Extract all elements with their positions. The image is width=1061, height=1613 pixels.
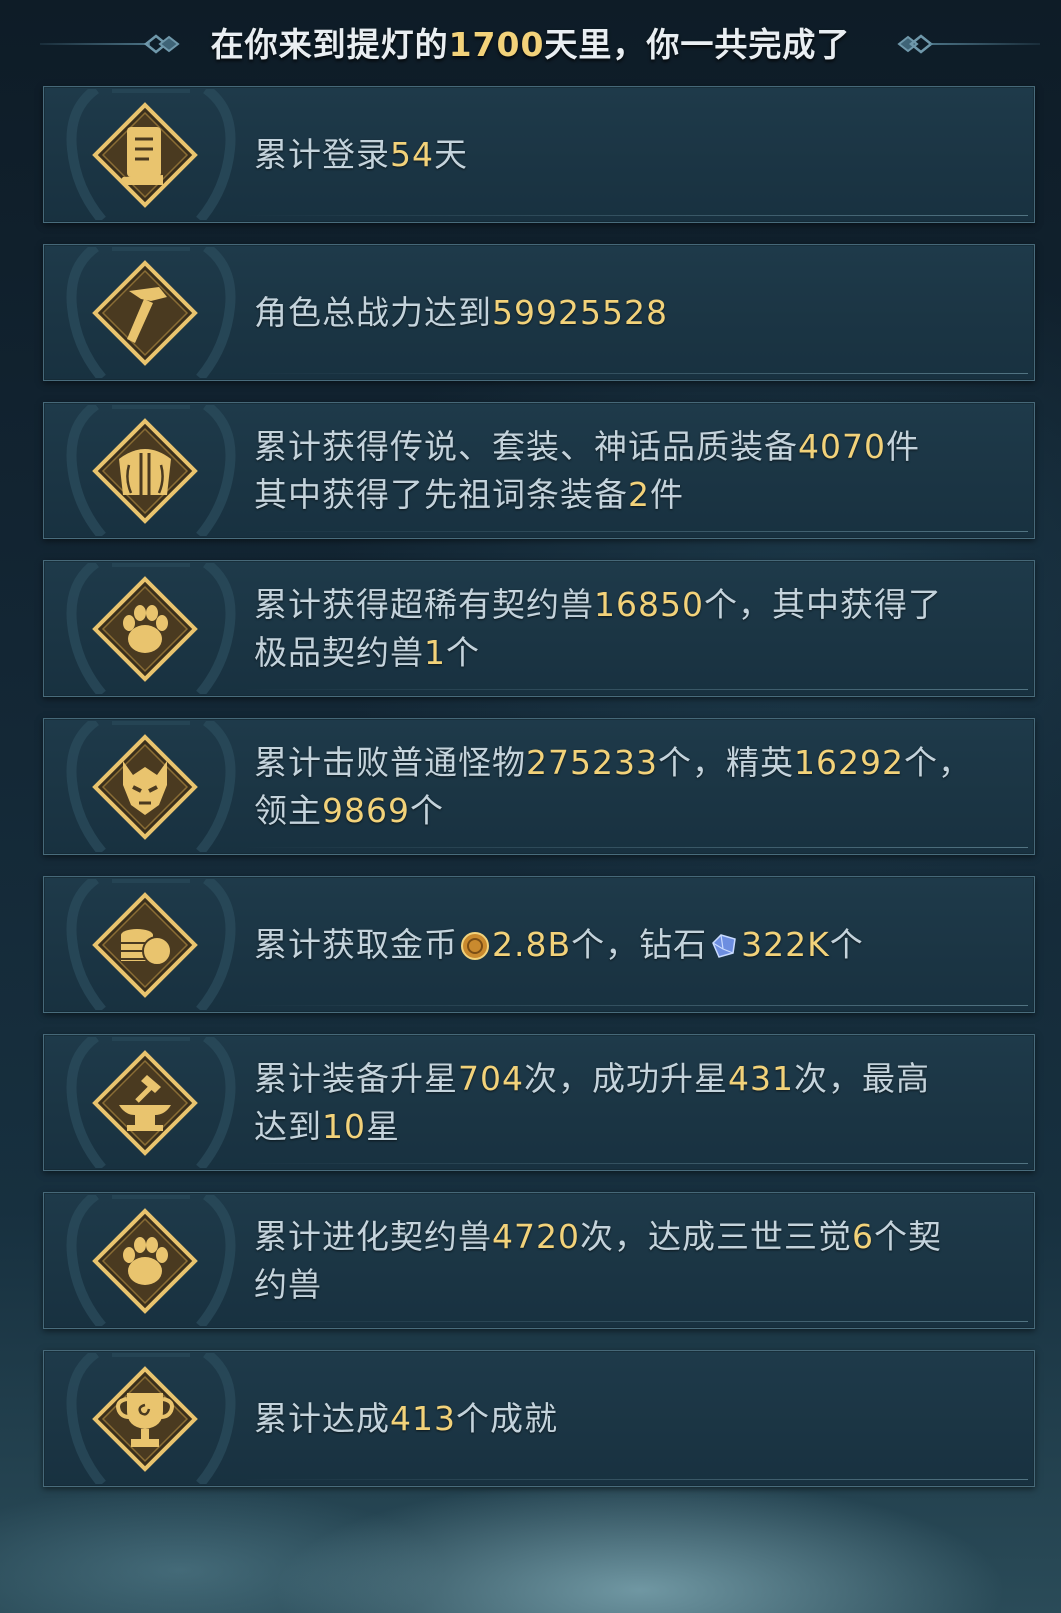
stat-value: 2.8B (492, 924, 572, 964)
stat-card: 累计达成413个成就 (43, 1350, 1035, 1487)
stat-card: 累计获取金币 2.8B个，钻石 322K个 (43, 876, 1035, 1013)
stat-label: 星 (366, 1106, 400, 1146)
stat-text: 累计获得超稀有契约兽16850个，其中获得了极品契约兽1个 (254, 581, 1004, 677)
paw-icon (92, 1208, 198, 1314)
stat-value: 16850 (594, 584, 704, 624)
stat-card: 角色总战力达到59925528 (43, 244, 1035, 381)
stat-card: 累计击败普通怪物275233个，精英16292个， 领主9869个 (43, 718, 1035, 855)
stat-value: 322K (741, 924, 830, 964)
stat-label: 累计获得超稀有契约兽 (254, 584, 594, 624)
stat-text: 累计获取金币 2.8B个，钻石 322K个 (254, 921, 1004, 969)
gold-coin-icon (460, 926, 490, 960)
stat-label: 次，最高 (794, 1058, 930, 1098)
title-days: 1700 (448, 25, 545, 64)
stat-label: 个 (829, 924, 864, 964)
stat-label: 极品契约兽 (254, 632, 424, 672)
stat-label: 个 (409, 790, 444, 830)
stat-value: 54 (390, 134, 434, 174)
title-suffix: 天里，你一共完成了 (544, 25, 851, 64)
stat-value: 431 (728, 1058, 794, 1098)
stat-label: 累计达成 (254, 1398, 390, 1438)
stat-label: 个成就 (456, 1398, 558, 1438)
stat-label: 其中获得了先祖词条装备 (254, 474, 628, 514)
stat-value: 1 (424, 632, 446, 672)
stat-label: 领主 (254, 790, 322, 830)
stat-value: 6 (851, 1216, 874, 1256)
scroll-icon (92, 102, 198, 208)
armor-icon (92, 418, 198, 524)
stat-card: 累计获得传说、套装、神话品质装备4070件 其中获得了先祖词条装备2件 (43, 402, 1035, 539)
stat-value: 9869 (322, 790, 410, 830)
coins-icon (92, 892, 198, 998)
stat-label: 累计获得传说、套装、神话品质装备 (254, 426, 798, 466)
header: 在你来到提灯的1700天里，你一共完成了 (0, 0, 1061, 86)
stat-text: 累计击败普通怪物275233个，精英16292个， 领主9869个 (254, 739, 1004, 835)
stat-value: 4070 (798, 426, 886, 466)
anvil-icon (92, 1050, 198, 1156)
stat-label: 角色总战力达到 (254, 292, 492, 332)
demon-skull-icon (92, 734, 198, 840)
right-diamond-ornament-icon (897, 34, 934, 54)
stat-value: 275233 (526, 742, 658, 782)
diamond-icon (709, 926, 739, 958)
stat-label: 个，其中获得了 (703, 584, 942, 624)
stat-value: 4720 (492, 1216, 580, 1256)
stat-label: 个 (446, 632, 480, 672)
stat-text: 累计装备升星704次，成功升星431次，最高达到10星 (254, 1055, 1004, 1151)
stat-card: 累计获得超稀有契约兽16850个，其中获得了极品契约兽1个 (43, 560, 1035, 697)
stat-card: 累计装备升星704次，成功升星431次，最高达到10星 (43, 1034, 1035, 1171)
stat-label: 累计击败普通怪物 (254, 742, 526, 782)
stat-value: 16292 (793, 742, 904, 782)
stat-label: 个，精英 (657, 742, 794, 782)
stat-label: 个契 (873, 1216, 942, 1256)
stat-label: 次，达成三世三觉 (579, 1216, 852, 1256)
paw-icon (92, 576, 198, 682)
header-right-line (930, 43, 1040, 45)
title-prefix: 在你来到提灯的 (210, 25, 449, 64)
stat-text: 累计达成413个成就 (254, 1395, 1004, 1443)
stat-value: 2 (628, 474, 650, 514)
stat-value: 413 (390, 1398, 456, 1438)
stat-label: 约兽 (254, 1264, 322, 1304)
stat-label: 累计登录 (254, 134, 390, 174)
stat-text: 角色总战力达到59925528 (254, 289, 1004, 337)
stat-text: 累计登录54天 (254, 131, 1004, 179)
stat-label: 件 (885, 426, 920, 466)
stat-label: 累计获取金币 (254, 924, 458, 964)
stat-value: 59925528 (492, 292, 668, 332)
stat-label: 个，钻石 (571, 924, 708, 964)
stat-label: 天 (434, 134, 468, 174)
stat-label: 达到 (254, 1106, 322, 1146)
stat-text: 累计获得传说、套装、神话品质装备4070件 其中获得了先祖词条装备2件 (254, 423, 1004, 519)
stat-text: 累计进化契约兽4720次，达成三世三觉6个契约兽 (254, 1213, 1004, 1309)
stat-value: 704 (458, 1058, 524, 1098)
stat-label: 件 (650, 474, 684, 514)
stat-label: 累计进化契约兽 (254, 1216, 492, 1256)
stat-label: 个， (903, 742, 972, 782)
hammer-icon (92, 260, 198, 366)
stat-card: 累计登录54天 (43, 86, 1035, 223)
trophy-icon (92, 1366, 198, 1472)
stat-card: 累计进化契约兽4720次，达成三世三觉6个契约兽 (43, 1192, 1035, 1329)
stat-label: 累计装备升星 (254, 1058, 458, 1098)
stat-value: 10 (322, 1106, 366, 1146)
stat-label: 次，成功升星 (524, 1058, 728, 1098)
